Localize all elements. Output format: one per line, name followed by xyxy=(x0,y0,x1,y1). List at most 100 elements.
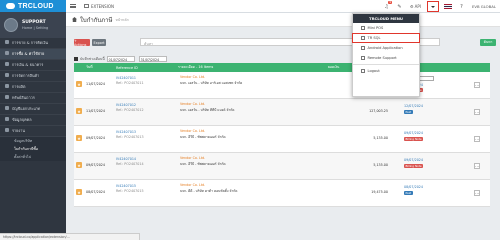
sidebar-subitem-tax-invoice[interactable]: ใบกำกับภาษีซื้อ xyxy=(0,145,66,153)
sidebar-item-people[interactable]: ข้อมูลบุคคล xyxy=(0,115,66,126)
pencil-button[interactable]: ✎ xyxy=(393,0,406,13)
gear-icon: ⚙ xyxy=(410,4,414,9)
user-panel: SUPPORT Home | Setting xyxy=(0,12,66,38)
row-ref[interactable]: IV42407014 xyxy=(116,157,136,161)
pencil-icon: ✎ xyxy=(397,3,402,10)
cloud-icon xyxy=(6,3,15,9)
brand-logo[interactable]: TRCLOUD xyxy=(0,0,66,12)
account-label[interactable]: EVB GLOBAL xyxy=(468,4,500,9)
sidebar-item-assets[interactable]: ทรัพย์สินถาวร xyxy=(0,93,66,104)
col-desc[interactable]: รายละเอียด - 16 Items xyxy=(176,65,326,70)
row-ref[interactable]: IV42407013 xyxy=(116,130,136,134)
col-ref[interactable]: Reference ID xyxy=(114,66,176,70)
date-filter: บันทึกช่วงเดือนนี้ 01/07/2024 31/07/2024 xyxy=(74,55,169,63)
logout-icon xyxy=(361,69,365,73)
row-status-date: 08/07/2024 xyxy=(404,185,424,189)
row-ref2: Ref.: PO2407013 xyxy=(116,135,144,139)
row-ref[interactable]: IV42407012 xyxy=(116,103,136,107)
table-row[interactable]: ★ 11/07/2024 IV42407012 Ref.: PO2407012 … xyxy=(74,99,490,126)
status-badge: Billing Note xyxy=(404,137,424,141)
status-badge: Paid xyxy=(404,110,413,114)
row-amount: 127,003.25 xyxy=(369,109,388,113)
menu-item-mini-pos[interactable]: Mini POS xyxy=(353,23,419,33)
production-icon xyxy=(5,84,9,88)
star-icon[interactable]: ★ xyxy=(76,108,82,114)
avatar[interactable] xyxy=(4,18,18,32)
menu-item-logout[interactable]: Logout xyxy=(353,66,419,76)
search-button[interactable]: ค้นหา xyxy=(480,39,496,46)
table-row[interactable]: ★ 09/07/2024 IV42407013 Ref.: PO2407013 … xyxy=(74,126,490,153)
inventory-icon xyxy=(5,73,9,77)
extension-icon xyxy=(84,4,89,8)
row-menu-button[interactable]: ⋯ xyxy=(474,109,480,115)
table-row[interactable]: ★ 11/07/2024 IV42407011 Ref.: PO2407011 … xyxy=(74,72,490,99)
sidebar-item-inventory[interactable]: การจัดการสินค้า xyxy=(0,71,66,82)
brand-name: TRCLOUD xyxy=(18,2,54,10)
row-status-date: 09/07/2024 xyxy=(404,158,424,162)
star-icon[interactable]: ★ xyxy=(76,135,82,141)
status-url: https://trcloud.co/application/extension… xyxy=(0,233,140,240)
people-icon xyxy=(5,117,9,121)
table-row[interactable]: ★ 08/07/2024 IV42407015 Ref.: PO2407015 … xyxy=(74,180,490,207)
col-date[interactable]: วันที่ xyxy=(84,65,114,70)
row-menu-button[interactable]: ⋯ xyxy=(474,82,480,88)
purchase-icon xyxy=(5,51,9,55)
row-ref2: Ref.: PO2407011 xyxy=(116,81,144,85)
actions-button[interactable]: + Actions xyxy=(74,39,90,47)
row-party: Vendor Co. Ltd. xyxy=(180,102,206,106)
row-ref2: Ref.: PO2407015 xyxy=(116,189,144,193)
date-from-input[interactable]: 01/07/2024 xyxy=(106,56,135,62)
sidebar-item-purchase[interactable]: การซื้อ & ค่าใช้จ่าย xyxy=(0,49,66,60)
pos-icon xyxy=(361,26,365,30)
row-menu-button[interactable]: ⋯ xyxy=(474,190,480,196)
user-links[interactable]: Home | Setting xyxy=(22,26,48,30)
menu-item-android-app[interactable]: Android Application xyxy=(353,43,419,53)
row-date: 11/07/2024 xyxy=(86,109,106,113)
row-party: Vendor Co. Ltd. xyxy=(180,156,206,160)
row-ref[interactable]: IV42407015 xyxy=(116,184,136,188)
menu-dropdown-toggle[interactable] xyxy=(426,1,439,12)
row-ref2: Ref.: PO2407014 xyxy=(116,162,144,166)
sidebar-item-production[interactable]: การผลิต xyxy=(0,82,66,93)
help-button[interactable]: ? xyxy=(455,0,468,13)
api-button[interactable]: ⚙ API xyxy=(406,4,425,9)
ledger-icon xyxy=(5,106,9,110)
row-menu-button[interactable]: ⋯ xyxy=(474,163,480,169)
row-status-date: 12/07/2024 xyxy=(404,104,424,108)
notification-button[interactable]: ♫ 9 xyxy=(380,0,393,13)
thai-flag-icon[interactable] xyxy=(443,4,452,9)
support-icon xyxy=(361,56,365,60)
star-icon[interactable]: ★ xyxy=(76,162,82,168)
page-title: ใบกำกับภาษี xyxy=(80,17,113,24)
topbar: EXTENSION ♫ 9 ✎ ⚙ API ? EVB GLOBAL xyxy=(66,0,500,13)
export-button[interactable]: Export xyxy=(92,39,106,46)
sidebar-item-reports[interactable]: รายงาน xyxy=(0,126,66,137)
sidebar-subitem-company[interactable]: ข้อมูลบริษัท xyxy=(0,137,66,145)
row-date: 09/07/2024 xyxy=(86,163,106,167)
home-icon xyxy=(72,17,77,22)
row-ref[interactable]: IV42407011 xyxy=(116,76,136,80)
date-to-input[interactable]: 31/07/2024 xyxy=(138,56,167,62)
menu-item-remote-support[interactable]: Remote Support xyxy=(353,53,419,63)
help-icon: ? xyxy=(460,3,463,10)
sidebar-item-sales[interactable]: การขาย & การคิดเงิน xyxy=(0,38,66,49)
star-icon[interactable]: ★ xyxy=(76,189,82,195)
filter-label: บันทึกช่วงเดือนนี้ xyxy=(80,56,105,61)
extension-tab[interactable]: EXTENSION xyxy=(80,4,118,9)
sidebar-item-ledger[interactable]: บัญชีแยกประเภท xyxy=(0,104,66,115)
table-row[interactable]: ★ 09/07/2024 IV42407014 Ref.: PO2407014 … xyxy=(74,153,490,180)
row-party: Vendor Co. Ltd. xyxy=(180,75,206,79)
dropdown-title: TRCLOUD MENU xyxy=(353,14,419,23)
user-name: SUPPORT xyxy=(22,20,46,25)
assets-icon xyxy=(5,95,9,99)
filter-checkbox[interactable] xyxy=(74,57,78,61)
menu-item-tr-sql[interactable]: TR SQL xyxy=(352,33,420,43)
menu-divider xyxy=(353,64,419,65)
sidebar-item-finance[interactable]: การเงิน & ธนาคาร xyxy=(0,60,66,71)
star-icon[interactable]: ★ xyxy=(76,81,82,87)
hamburger-icon[interactable] xyxy=(66,0,80,13)
row-menu-button[interactable]: ⋯ xyxy=(474,136,480,142)
sidebar-subitem-settings[interactable]: ตั้งค่าทั่วไป xyxy=(0,153,66,161)
breadcrumb[interactable]: หน้าหลัก xyxy=(115,17,128,23)
row-status-date: 09/07/2024 xyxy=(404,131,424,135)
